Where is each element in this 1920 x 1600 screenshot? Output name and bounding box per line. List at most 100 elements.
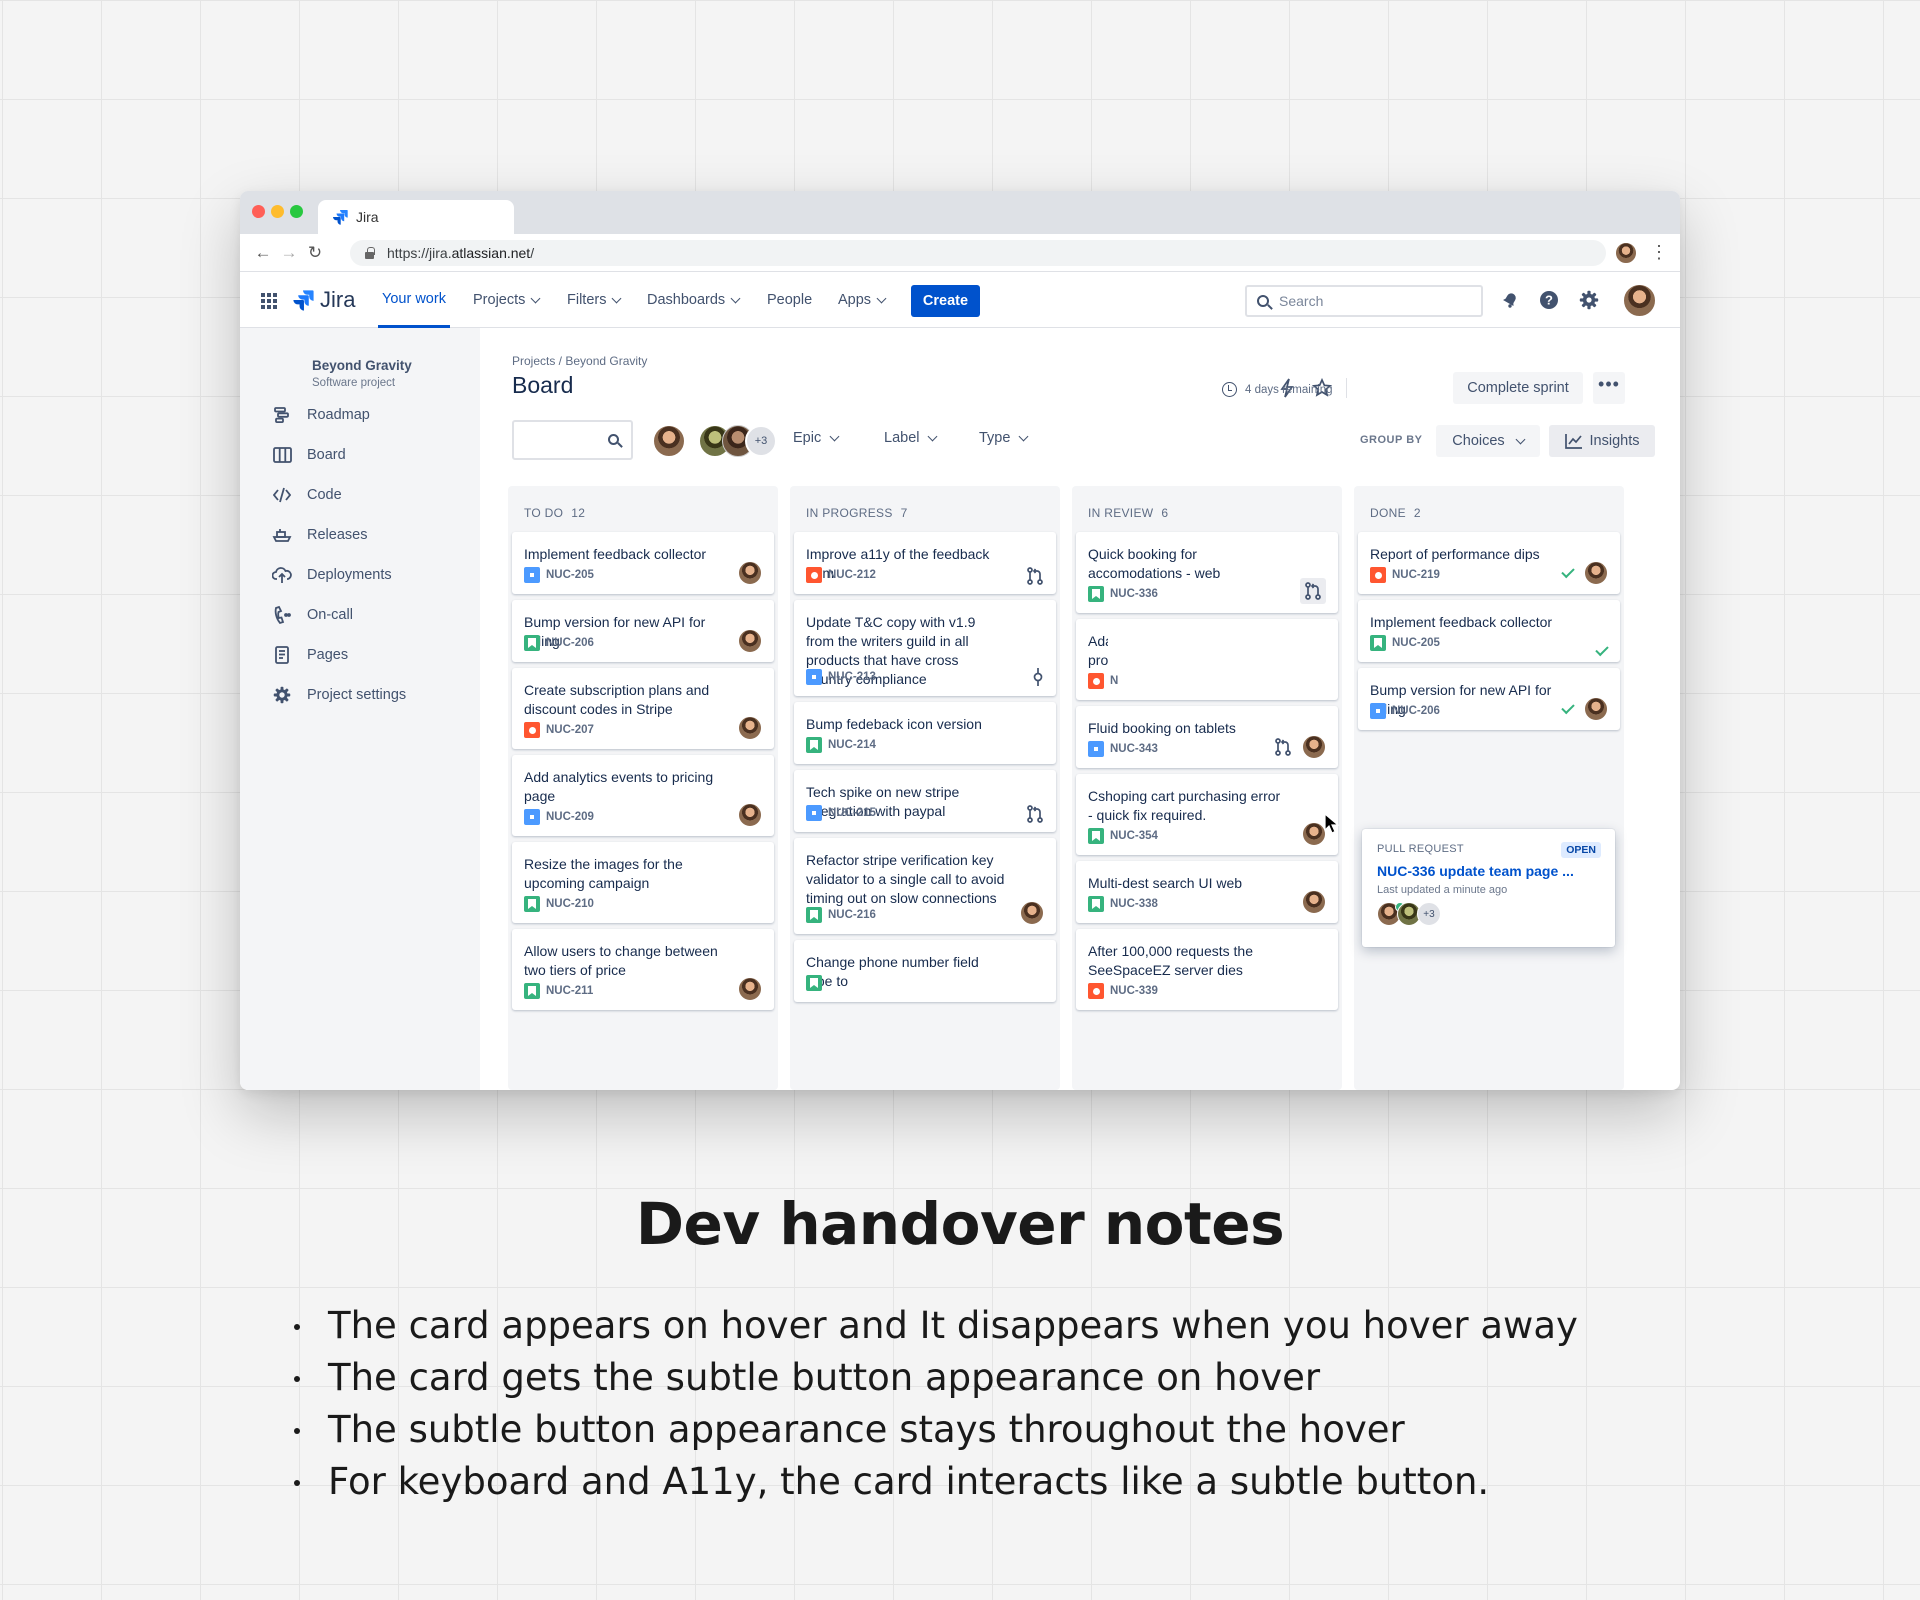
pull-request-icon[interactable] bbox=[1274, 738, 1292, 756]
deployments-icon bbox=[272, 565, 292, 585]
sidebar-item-pages[interactable]: Pages bbox=[272, 643, 348, 667]
nav-apps[interactable]: Apps bbox=[838, 272, 887, 328]
sidebar-item-releases[interactable]: Releases bbox=[272, 523, 367, 547]
nav-filters[interactable]: Filters bbox=[567, 272, 622, 328]
issue-card[interactable]: Update T&C copy with v1.9 from the write… bbox=[794, 600, 1056, 696]
issue-key: NUC-215 bbox=[806, 805, 876, 821]
reload-icon[interactable]: ↻ bbox=[302, 243, 328, 263]
user-avatar[interactable] bbox=[1623, 284, 1656, 317]
nav-dashboards[interactable]: Dashboards bbox=[647, 272, 741, 328]
assignee-avatar[interactable] bbox=[738, 977, 762, 1001]
complete-sprint-button[interactable]: Complete sprint bbox=[1453, 372, 1583, 404]
pull-request-icon[interactable] bbox=[1026, 805, 1044, 823]
jira-brand[interactable]: Jira bbox=[292, 287, 355, 313]
issue-card[interactable]: Implement feedback collector NUC-205 bbox=[1358, 600, 1620, 662]
url-field[interactable]: https://jira. atlassian.net / bbox=[350, 240, 1606, 266]
issue-card[interactable]: Tech spike on new stripe integration wit… bbox=[794, 770, 1056, 832]
gear-icon bbox=[272, 685, 292, 705]
assignee-avatar[interactable] bbox=[738, 716, 762, 740]
issue-card[interactable]: Refactor stripe verification key validat… bbox=[794, 838, 1056, 934]
issue-card[interactable]: Quick booking for accomodations - web NUC… bbox=[1076, 532, 1338, 613]
chevron-down-icon bbox=[730, 293, 741, 303]
issue-card[interactable]: After 100,000 requests the SeeSpaceEZ se… bbox=[1076, 929, 1338, 1010]
nav-label: Dashboards bbox=[647, 292, 726, 308]
more-actions-button[interactable]: ••• bbox=[1593, 372, 1625, 404]
assignee-avatar[interactable] bbox=[738, 803, 762, 827]
issue-card[interactable]: Fluid booking on tablets NUC-343 bbox=[1076, 706, 1338, 768]
settings-gear-icon[interactable] bbox=[1578, 289, 1600, 311]
insights-label: Insights bbox=[1589, 433, 1640, 449]
pull-request-icon[interactable] bbox=[1026, 567, 1044, 585]
issue-card[interactable]: Cshoping cart purchasing error - quick f… bbox=[1076, 774, 1338, 855]
assignee-avatar[interactable] bbox=[738, 561, 762, 585]
issue-card[interactable]: Resize the images for the upcoming campa… bbox=[512, 842, 774, 923]
browser-menu-icon[interactable]: ⋮ bbox=[1650, 242, 1668, 263]
breadcrumb[interactable]: Projects / Beyond Gravity bbox=[512, 354, 647, 368]
pull-request-hover-card[interactable]: PULL REQUEST OPEN NUC-336 update team pa… bbox=[1362, 829, 1615, 947]
issue-card[interactable]: Multi-dest search UI web NUC-338 bbox=[1076, 861, 1338, 923]
nav-your-work[interactable]: Your work bbox=[378, 272, 450, 328]
pull-request-icon[interactable] bbox=[1300, 578, 1326, 604]
issue-card[interactable]: Improve a11y of the feedback formNUC-212 bbox=[794, 532, 1056, 594]
sidebar-item-roadmap[interactable]: Roadmap bbox=[272, 403, 370, 427]
nav-projects[interactable]: Projects bbox=[473, 272, 541, 328]
assignee-avatar[interactable] bbox=[1302, 890, 1326, 914]
help-icon[interactable]: ? bbox=[1538, 289, 1560, 311]
board-column-done: DONE 2 Report of performance dips NUC-219 Im… bbox=[1354, 486, 1624, 1090]
commit-icon[interactable] bbox=[1032, 667, 1044, 687]
issue-card[interactable]: Add analytics events to pricing page NUC-… bbox=[512, 755, 774, 836]
issue-card[interactable]: AdaprovN bbox=[1076, 619, 1338, 700]
issue-key: NUC-207 bbox=[524, 722, 594, 738]
issue-card[interactable]: Create subscription plans and discount c… bbox=[512, 668, 774, 749]
type-filter[interactable]: Type bbox=[979, 430, 1029, 446]
assignee-avatar[interactable] bbox=[1302, 735, 1326, 759]
assignee-avatar[interactable] bbox=[1584, 697, 1608, 721]
forward-arrow-icon[interactable]: → bbox=[276, 243, 302, 263]
nav-people[interactable]: People bbox=[767, 272, 812, 328]
nav-label: Your work bbox=[382, 290, 446, 307]
browser-profile-avatar[interactable] bbox=[1615, 242, 1637, 264]
pr-label: PULL REQUEST bbox=[1377, 843, 1464, 855]
search-icon bbox=[1257, 295, 1269, 307]
roadmap-icon bbox=[272, 405, 292, 425]
assignee-avatar[interactable] bbox=[1302, 822, 1326, 846]
pr-title-link[interactable]: NUC-336 update team page ... bbox=[1377, 863, 1574, 879]
issue-card[interactable]: Report of performance dips NUC-219 bbox=[1358, 532, 1620, 594]
issue-card[interactable]: Change phone number field type to bbox=[794, 940, 1056, 1002]
search-input[interactable]: Search bbox=[1245, 285, 1483, 317]
browser-tab[interactable]: Jira bbox=[318, 200, 514, 234]
notifications-icon[interactable] bbox=[1499, 289, 1521, 311]
issue-card[interactable]: Implement feedback collector NUC-205 bbox=[512, 532, 774, 594]
issue-key-label: NUC-216 bbox=[828, 909, 876, 921]
issue-card[interactable]: Bump version for new API for billing NUC-… bbox=[512, 600, 774, 662]
maximize-window-dot[interactable] bbox=[290, 205, 303, 218]
group-by-select[interactable]: Choices bbox=[1436, 425, 1540, 457]
epic-filter[interactable]: Epic bbox=[793, 430, 840, 446]
more-avatars-badge[interactable]: +3 bbox=[745, 425, 777, 457]
minimize-window-dot[interactable] bbox=[271, 205, 284, 218]
insights-button[interactable]: Insights bbox=[1549, 425, 1655, 457]
close-window-dot[interactable] bbox=[252, 205, 265, 218]
sidebar-item-deployments[interactable]: Deployments bbox=[272, 563, 392, 587]
issue-card[interactable]: Bump fedeback icon version NUC-214 bbox=[794, 702, 1056, 764]
project-header[interactable]: Beyond Gravity Software project bbox=[312, 358, 412, 391]
issue-key: NUC-339 bbox=[1088, 983, 1158, 999]
board-search-input[interactable] bbox=[512, 420, 633, 460]
back-arrow-icon[interactable]: ← bbox=[250, 243, 276, 263]
search-icon bbox=[608, 434, 619, 445]
assignee-avatar[interactable] bbox=[1020, 901, 1044, 925]
sidebar-item-on-call[interactable]: On-call bbox=[272, 603, 353, 627]
issue-title: Add analytics events to pricing page bbox=[524, 769, 714, 804]
sidebar-item-project-settings[interactable]: Project settings bbox=[272, 683, 406, 707]
issue-card[interactable]: Allow users to change between two tiers … bbox=[512, 929, 774, 1010]
label-filter[interactable]: Label bbox=[884, 430, 938, 446]
issue-card[interactable]: Bump version for new API for billing NUC-… bbox=[1358, 668, 1620, 730]
top-navigation: Jira Your work Projects Filters Dashboar… bbox=[240, 272, 1680, 328]
assignee-avatar[interactable] bbox=[1584, 561, 1608, 585]
sidebar-item-code[interactable]: Code bbox=[272, 483, 342, 507]
assignee-avatar[interactable] bbox=[738, 629, 762, 653]
sidebar-item-board[interactable]: Board bbox=[272, 443, 346, 467]
create-button[interactable]: Create bbox=[911, 285, 980, 317]
app-switcher-icon[interactable] bbox=[261, 293, 277, 309]
avatar-filter-current-user[interactable] bbox=[653, 425, 685, 457]
